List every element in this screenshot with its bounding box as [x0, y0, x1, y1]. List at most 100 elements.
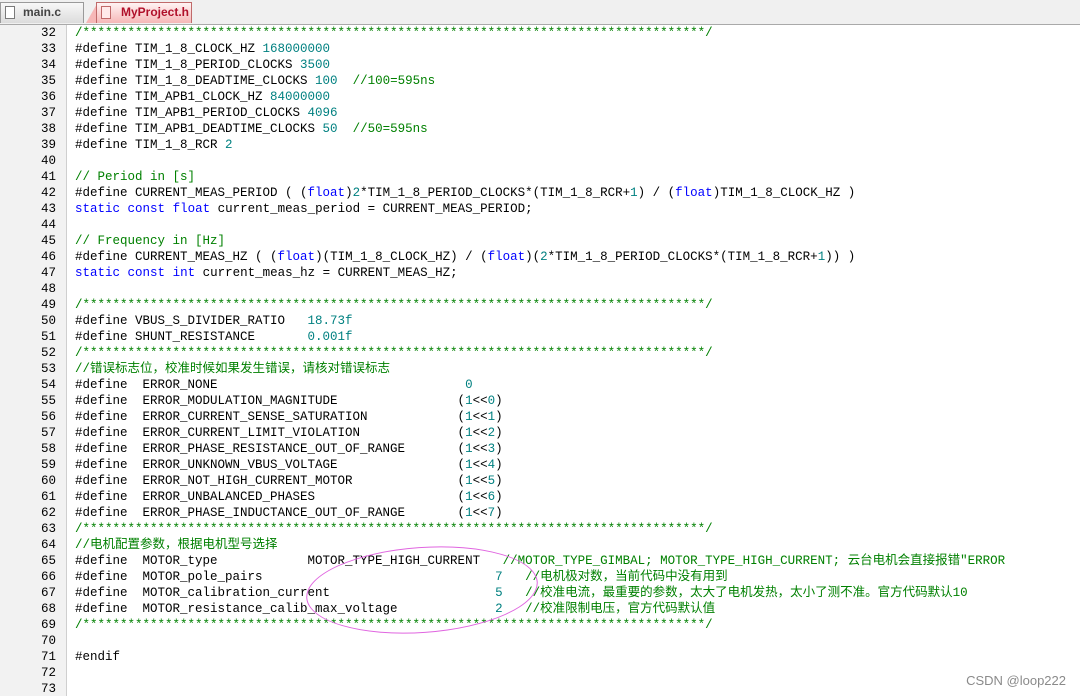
- line-number: 52: [40, 346, 56, 360]
- code-line[interactable]: 55 #define ERROR_MODULATION_MAGNITUDE (1<…: [0, 393, 1080, 409]
- line-number: 35: [40, 74, 56, 88]
- line-code: static const float current_meas_period =…: [75, 202, 533, 216]
- code-line[interactable]: 52 /*************************************…: [0, 345, 1080, 361]
- line-number: 70: [40, 634, 56, 648]
- code-line[interactable]: 62 #define ERROR_PHASE_INDUCTANCE_OUT_OF_…: [0, 505, 1080, 521]
- code-line[interactable]: 40: [0, 153, 1080, 169]
- code-line[interactable]: 64 //电机配置参数，根据电机型号选择: [0, 537, 1080, 553]
- line-number: 56: [40, 410, 56, 424]
- line-code: #define MOTOR_type MOTOR_TYPE_HIGH_CURRE…: [75, 554, 1006, 568]
- code-line[interactable]: 50 #define VBUS_S_DIVIDER_RATIO 18.73f: [0, 313, 1080, 329]
- code-line[interactable]: 34 #define TIM_1_8_PERIOD_CLOCKS 3500: [0, 57, 1080, 73]
- line-number: 49: [40, 298, 56, 312]
- tab-label: MyProject.h: [121, 5, 190, 19]
- line-code: #define TIM_1_8_CLOCK_HZ 168000000: [75, 42, 331, 56]
- code-line[interactable]: 48: [0, 281, 1080, 297]
- code-line[interactable]: 49 /*************************************…: [0, 297, 1080, 313]
- code-line[interactable]: 44: [0, 217, 1080, 233]
- line-code: #define CURRENT_MEAS_HZ ( (float)(TIM_1_…: [75, 250, 856, 264]
- code-line[interactable]: 39 #define TIM_1_8_RCR 2: [0, 137, 1080, 153]
- line-code: /***************************************…: [75, 26, 713, 40]
- line-code: #define TIM_APB1_DEADTIME_CLOCKS 50 //50…: [75, 122, 428, 136]
- code-line[interactable]: 59 #define ERROR_UNKNOWN_VBUS_VOLTAGE (1<…: [0, 457, 1080, 473]
- watermark: CSDN @loop222: [966, 673, 1066, 688]
- line-number: 68: [40, 602, 56, 616]
- file-icon: [101, 6, 111, 19]
- code-line[interactable]: 69/*************************************…: [0, 617, 1080, 633]
- line-number: 39: [40, 138, 56, 152]
- line-number: 38: [40, 122, 56, 136]
- line-number: 59: [40, 458, 56, 472]
- code-line[interactable]: 67 #define MOTOR_calibration_current 5 //…: [0, 585, 1080, 601]
- code-line[interactable]: 72: [0, 665, 1080, 681]
- code-line[interactable]: 37 #define TIM_APB1_PERIOD_CLOCKS 4096: [0, 105, 1080, 121]
- line-number: 62: [40, 506, 56, 520]
- line-code: #define TIM_1_8_DEADTIME_CLOCKS 100 //10…: [75, 74, 436, 88]
- code-line[interactable]: 58 #define ERROR_PHASE_RESISTANCE_OUT_OF_…: [0, 441, 1080, 457]
- line-code: #define SHUNT_RESISTANCE 0.001f: [75, 330, 353, 344]
- code-line[interactable]: 66 #define MOTOR_pole_pairs 7 //电机极对数，当前代…: [0, 569, 1080, 585]
- line-code: #define ERROR_PHASE_INDUCTANCE_OUT_OF_RA…: [75, 506, 503, 520]
- line-code: #define TIM_1_8_RCR 2: [75, 138, 233, 152]
- line-number: 73: [40, 682, 56, 696]
- code-line[interactable]: 57 #define ERROR_CURRENT_LIMIT_VIOLATION …: [0, 425, 1080, 441]
- line-code: #define ERROR_CURRENT_LIMIT_VIOLATION (1…: [75, 426, 503, 440]
- code-line[interactable]: 33 #define TIM_1_8_CLOCK_HZ 168000000: [0, 41, 1080, 57]
- line-number: 45: [40, 234, 56, 248]
- code-line[interactable]: 51 #define SHUNT_RESISTANCE 0.001f: [0, 329, 1080, 345]
- line-number: 48: [40, 282, 56, 296]
- code-line[interactable]: 38 #define TIM_APB1_DEADTIME_CLOCKS 50 //…: [0, 121, 1080, 137]
- code-line[interactable]: 45 // Frequency in [Hz]: [0, 233, 1080, 249]
- code-line[interactable]: 46 #define CURRENT_MEAS_HZ ( (float)(TIM_…: [0, 249, 1080, 265]
- file-icon: [5, 6, 15, 19]
- code-line[interactable]: 54 #define ERROR_NONE 0: [0, 377, 1080, 393]
- code-line[interactable]: 32 /*************************************…: [0, 25, 1080, 41]
- code-line[interactable]: 35 #define TIM_1_8_DEADTIME_CLOCKS 100 //…: [0, 73, 1080, 89]
- tab-main-c[interactable]: main.c: [0, 2, 84, 23]
- line-number: 53: [40, 362, 56, 376]
- line-code: //错误标志位，校准时候如果发生错误，请核对错误标志: [75, 362, 391, 376]
- editor-tab-bar: main.c MyProject.h: [0, 0, 1080, 25]
- code-line[interactable]: 42 #define CURRENT_MEAS_PERIOD ( (float)2…: [0, 185, 1080, 201]
- code-line[interactable]: 53 //错误标志位，校准时候如果发生错误，请核对错误标志: [0, 361, 1080, 377]
- line-number: 41: [40, 170, 56, 184]
- line-code: #define CURRENT_MEAS_PERIOD ( (float)2*T…: [75, 186, 856, 200]
- line-number: 72: [40, 666, 56, 680]
- code-line[interactable]: 36 #define TIM_APB1_CLOCK_HZ 84000000: [0, 89, 1080, 105]
- line-number: 61: [40, 490, 56, 504]
- code-line[interactable]: 56 #define ERROR_CURRENT_SENSE_SATURATION…: [0, 409, 1080, 425]
- code-line[interactable]: 60 #define ERROR_NOT_HIGH_CURRENT_MOTOR (…: [0, 473, 1080, 489]
- code-editor[interactable]: 32 /*************************************…: [0, 25, 1080, 697]
- line-number: 32: [40, 26, 56, 40]
- line-number: 36: [40, 90, 56, 104]
- code-line[interactable]: 68 #define MOTOR_resistance_calib_max_vol…: [0, 601, 1080, 617]
- line-code: /***************************************…: [75, 346, 713, 360]
- code-line[interactable]: 65 #define MOTOR_type MOTOR_TYPE_HIGH_CUR…: [0, 553, 1080, 569]
- line-code: #define ERROR_UNBALANCED_PHASES (1<<6): [75, 490, 503, 504]
- line-code: #define ERROR_CURRENT_SENSE_SATURATION (…: [75, 410, 503, 424]
- code-line[interactable]: 47 static const int current_meas_hz = CUR…: [0, 265, 1080, 281]
- line-code: /***************************************…: [75, 298, 713, 312]
- tab-label: main.c: [23, 5, 62, 19]
- code-line[interactable]: 73: [0, 681, 1080, 697]
- tab-myproject-h[interactable]: MyProject.h: [96, 2, 192, 23]
- line-code: #define ERROR_NOT_HIGH_CURRENT_MOTOR (1<…: [75, 474, 503, 488]
- code-line[interactable]: 61 #define ERROR_UNBALANCED_PHASES (1<<6): [0, 489, 1080, 505]
- line-number: 54: [40, 378, 56, 392]
- line-number: 46: [40, 250, 56, 264]
- line-code: static const int current_meas_hz = CURRE…: [75, 266, 458, 280]
- code-line[interactable]: 41 // Period in [s]: [0, 169, 1080, 185]
- line-number: 44: [40, 218, 56, 232]
- line-number: 42: [40, 186, 56, 200]
- code-line[interactable]: 70: [0, 633, 1080, 649]
- code-line[interactable]: 71 #endif: [0, 649, 1080, 665]
- line-code: #define VBUS_S_DIVIDER_RATIO 18.73f: [75, 314, 353, 328]
- line-number: 37: [40, 106, 56, 120]
- line-number: 34: [40, 58, 56, 72]
- line-code: #define TIM_APB1_PERIOD_CLOCKS 4096: [75, 106, 338, 120]
- line-number: 43: [40, 202, 56, 216]
- line-number: 71: [40, 650, 56, 664]
- code-line[interactable]: 63 /*************************************…: [0, 521, 1080, 537]
- line-number: 58: [40, 442, 56, 456]
- code-line[interactable]: 43 static const float current_meas_period…: [0, 201, 1080, 217]
